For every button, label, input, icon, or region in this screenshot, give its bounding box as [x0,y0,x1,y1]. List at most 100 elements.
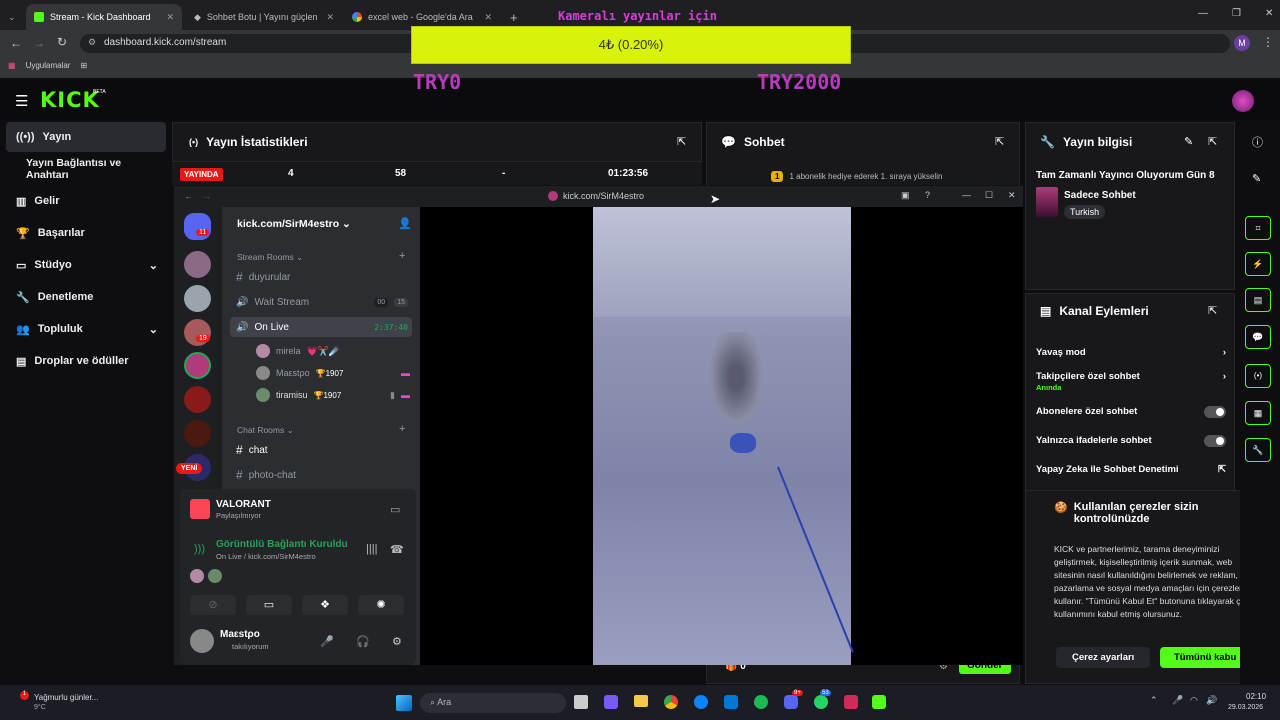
sidebar-item-yayin[interactable]: ((•)) Yayın [6,122,166,152]
forward-arrow-icon[interactable]: → [33,36,45,50]
close-tab-icon[interactable]: ✕ [326,12,334,23]
user-avatar[interactable] [190,629,214,653]
tab-list-button[interactable]: ⌄ [4,4,22,30]
wifi-icon[interactable]: ◠ [1190,695,1198,706]
server-icon[interactable] [184,285,211,312]
profile-avatar[interactable]: M [1234,35,1250,51]
close-tab-icon[interactable]: ✕ [166,12,174,23]
teams-icon[interactable] [604,695,618,709]
server-name[interactable]: kick.com/SirM4estro ⌄ [237,218,351,230]
subscribers-only-toggle[interactable] [1204,406,1226,418]
camera-off-button[interactable]: ⊘ [190,595,236,615]
server-icon[interactable] [184,420,211,447]
menu-dots-icon[interactable]: ⋮ [1262,35,1274,49]
clock-date[interactable]: 29.03.2026 [1228,704,1263,711]
channel-on-live[interactable]: 🔊 On Live 2:37:40 [230,317,412,337]
help-icon[interactable]: ? [925,190,930,200]
minimize-icon[interactable]: — [1198,8,1208,19]
chrome-icon[interactable] [664,695,678,709]
back-arrow-icon[interactable]: ← [184,191,193,201]
disconnect-icon[interactable]: ☎ [390,543,404,556]
channel-wait-stream[interactable]: 🔊 Wait Stream 00 15 [230,292,412,312]
voice-user[interactable]: tiramisu 🏆1907 ▮ ▬ [250,385,410,405]
mic-tray-icon[interactable]: 🎤 [1172,695,1183,706]
lightning-icon[interactable]: ⚡ [1245,252,1271,276]
forward-arrow-icon[interactable]: → [202,191,211,201]
ai-moderation-row[interactable]: Yapay Zeka ile Sohbet Denetimi ⇱ [1036,464,1226,475]
weather-text[interactable]: Yağmurlu günler... [34,693,98,702]
tab-groups-icon[interactable]: ⊞ [80,61,87,73]
clock-time[interactable]: 02:10 [1246,692,1266,701]
sidebar-item-basarilar[interactable]: 🏆 Başarılar [6,218,166,248]
close-icon[interactable]: ✕ [1008,190,1016,201]
sidebar-item-topluluk[interactable]: 👥 Topluluk ⌄ [6,314,166,344]
tab-kick-dashboard[interactable]: Stream - Kick Dashboard ✕ [26,4,182,30]
category-stream-rooms[interactable]: Stream Rooms ⌄ [237,252,303,263]
valorant-taskbar-icon[interactable] [844,695,858,709]
voice-user[interactable]: Μaεstρo 🏆1907 ▬ [250,363,410,383]
back-arrow-icon[interactable]: ← [10,36,22,50]
emotes-only-toggle[interactable] [1204,435,1226,447]
kick-logo[interactable]: KICK [40,88,100,112]
broadcast-icon[interactable]: (•) [1245,364,1271,388]
slow-mode-row[interactable]: Yavaş mod › [1036,347,1226,358]
server-icon-active[interactable] [184,352,211,379]
wrench-icon[interactable]: 🔧 [1245,438,1271,462]
server-icon[interactable] [184,386,211,413]
channel-chat[interactable]: # chat [230,440,412,460]
channel-duyurular[interactable]: # duyurular [230,267,412,287]
sidebar-item-studyo[interactable]: ▭ Stüdyo ⌄ [6,250,166,280]
site-info-icon[interactable]: ⚙ [88,37,96,48]
close-tab-icon[interactable]: ✕ [484,12,492,23]
category-chat-rooms[interactable]: Chat Rooms ⌄ [237,425,294,436]
restore-icon[interactable]: ❐ [1232,8,1241,19]
soundwave-icon[interactable]: |||| [366,543,377,555]
popout-icon[interactable]: ⇱ [677,135,686,148]
reload-icon[interactable]: ↻ [57,35,67,49]
apps-grid-icon[interactable]: ▦ [8,61,16,73]
taskbar-search[interactable]: ⌕ Ara [420,693,566,713]
clipboard-icon[interactable]: ▤ [1245,288,1271,312]
popout-icon[interactable]: ⇱ [1208,304,1217,317]
add-channel-icon[interactable]: + [399,423,405,435]
maximize-icon[interactable]: ☐ [985,190,993,201]
voice-user[interactable]: mirela 💗✂️☄️ [250,341,410,361]
followers-only-row[interactable]: Takipçilere özel sohbet Anında › [1036,371,1226,393]
hamburger-menu-icon[interactable]: ☰ [15,92,28,110]
kick-taskbar-icon[interactable] [872,695,886,709]
spotify-icon[interactable] [754,695,768,709]
start-menu-icon[interactable] [396,695,412,711]
settings-gear-icon[interactable]: ⚙ [392,635,402,648]
edit-pencil-icon[interactable]: ✎ [1252,172,1261,185]
camera-icon[interactable]: ⌗ [1245,216,1271,240]
soundboard-button[interactable]: ✺ [358,595,404,615]
cookie-settings-button[interactable]: Çerez ayarları [1056,647,1151,668]
activities-button[interactable]: ❖ [302,595,348,615]
user-avatar[interactable] [1232,90,1254,112]
tab-sohbet-botu[interactable]: ◆ Sohbet Botu | Yayını güçlendi ✕ [186,4,342,30]
share-screen-button[interactable]: ▭ [246,595,292,615]
inbox-icon[interactable]: ▣ [901,190,910,201]
sidebar-item-denetleme[interactable]: 🔧 Denetleme [6,282,166,312]
minimize-icon[interactable]: — [962,190,971,200]
file-explorer-icon[interactable] [634,695,648,707]
screen-share-icon[interactable]: ▭ [390,503,400,516]
sidebar-item-stream-key[interactable]: Yayın Bağlantısı ve Anahtarı [6,154,166,184]
whatsapp-icon[interactable] [814,695,828,709]
discord-taskbar-icon[interactable] [784,695,798,709]
sidebar-item-gelir[interactable]: ▥ Gelir [6,186,166,216]
info-icon[interactable]: ⓘ [1252,134,1263,150]
add-channel-icon[interactable]: + [399,250,405,262]
task-view-icon[interactable] [574,695,588,709]
channel-photo-chat[interactable]: # photo-chat [230,465,412,485]
edit-pencil-icon[interactable]: ✎ [1184,135,1193,148]
microphone-icon[interactable]: 🎤 [320,635,334,648]
bookmark-apps[interactable]: Uygulamalar [26,61,71,73]
list-icon[interactable]: ▦ [1245,401,1271,425]
stream-video-view[interactable] [420,207,1023,665]
volume-icon[interactable]: 🔊 [1206,695,1217,706]
sidebar-item-droplar[interactable]: ▤ Droplar ve ödüller [6,346,166,376]
edge-icon[interactable] [694,695,708,709]
discord-home-icon[interactable] [184,213,211,240]
headphones-icon[interactable]: 🎧 [356,635,370,648]
